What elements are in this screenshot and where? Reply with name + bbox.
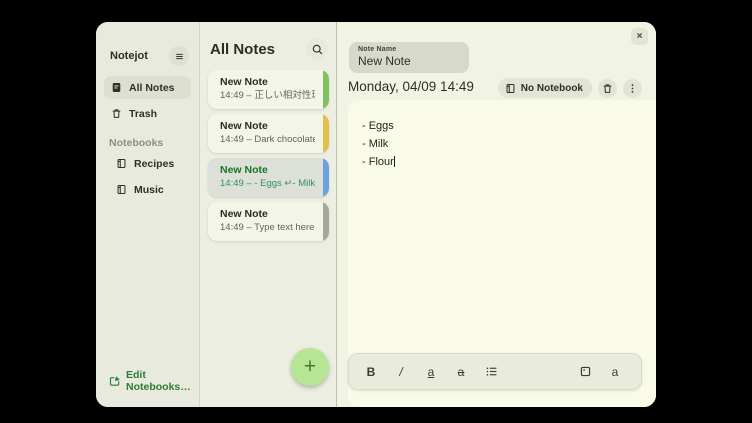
note-list-item[interactable]: New Note 14:49 – 正しい相対性理論 xyxy=(208,70,329,109)
list-button[interactable] xyxy=(478,360,504,384)
sidebar-item-trash[interactable]: Trash xyxy=(104,102,191,125)
bold-button[interactable]: B xyxy=(358,360,384,384)
notebook-picker-label: No Notebook xyxy=(521,83,583,94)
font-button[interactable]: a xyxy=(602,360,628,384)
note-content-text: - Eggs - Milk - Flour xyxy=(362,120,394,168)
app-title: Notejot xyxy=(110,50,148,62)
underline-icon: a xyxy=(428,365,435,379)
note-title: New Note xyxy=(220,76,315,89)
note-color-stripe xyxy=(323,70,329,109)
notes-list-panel: All Notes New Note 14:49 – 正しい相対性理論 New … xyxy=(200,22,337,407)
plus-icon: + xyxy=(304,355,316,379)
editor-panel: × Note Name New Note Monday, 04/09 14:49… xyxy=(337,22,656,407)
editor-header-actions: No Notebook xyxy=(498,78,642,98)
trash-icon xyxy=(111,108,122,119)
sidebar-item-label: Music xyxy=(134,184,164,196)
notes-list-header: All Notes xyxy=(210,38,328,60)
trash-icon xyxy=(602,83,613,94)
note-title: New Note xyxy=(220,120,315,133)
note-preview: 14:49 – Dark chocolate… xyxy=(220,133,315,146)
edit-notebook-icon xyxy=(109,375,121,387)
bullet-list-icon xyxy=(485,365,498,378)
note-list-item-selected[interactable]: New Note 14:49 – - Eggs ↵- Milk… xyxy=(208,158,329,197)
close-window-button[interactable]: × xyxy=(631,28,648,45)
sidebar-item-label: Trash xyxy=(129,108,157,120)
close-icon: × xyxy=(637,31,643,42)
sidebar-header: Notejot xyxy=(110,46,189,66)
note-color-stripe xyxy=(323,114,329,153)
notejot-window: Notejot All Notes Trash Notebooks xyxy=(96,22,656,407)
notebook-icon xyxy=(505,83,516,94)
note-list-item[interactable]: New Note 14:49 – Type text here… xyxy=(208,202,329,241)
note-preview: 14:49 – - Eggs ↵- Milk… xyxy=(220,177,315,190)
edit-notebooks-button[interactable]: Edit Notebooks… xyxy=(109,369,199,393)
sidebar-notebook-music[interactable]: Music xyxy=(109,178,191,201)
font-icon: a xyxy=(612,365,619,379)
note-date: Monday, 04/09 14:49 xyxy=(348,79,474,94)
sidebar-item-all-notes[interactable]: All Notes xyxy=(104,76,191,99)
note-color-stripe xyxy=(323,158,329,197)
note-preview: 14:49 – 正しい相対性理論 xyxy=(220,89,315,102)
color-swatch-icon xyxy=(579,365,592,378)
note-icon xyxy=(111,82,122,93)
search-button[interactable] xyxy=(306,38,328,60)
edit-notebooks-label: Edit Notebooks… xyxy=(126,369,199,393)
bold-icon: B xyxy=(367,365,376,379)
note-preview: 14:49 – Type text here… xyxy=(220,221,315,234)
notebooks-section-label: Notebooks xyxy=(109,137,199,149)
hamburger-icon xyxy=(174,51,185,62)
notebook-icon xyxy=(116,158,127,169)
formatting-toolbar: B / a a a xyxy=(348,353,642,390)
text-caret xyxy=(394,156,395,167)
new-note-button[interactable]: + xyxy=(291,348,329,386)
toolbar-right-group: a xyxy=(572,360,632,384)
underline-button[interactable]: a xyxy=(418,360,444,384)
note-color-stripe xyxy=(323,202,329,241)
note-name-value: New Note xyxy=(358,54,460,68)
sidebar-item-label: Recipes xyxy=(134,158,174,170)
note-color-button[interactable] xyxy=(572,360,598,384)
notebook-picker-button[interactable]: No Notebook xyxy=(498,78,592,98)
notes-list-title: All Notes xyxy=(210,41,275,58)
notebook-icon xyxy=(116,184,127,195)
sidebar: Notejot All Notes Trash Notebooks xyxy=(96,22,200,407)
strikethrough-icon: a xyxy=(458,365,465,379)
note-list-item[interactable]: New Note 14:49 – Dark chocolate… xyxy=(208,114,329,153)
note-menu-button[interactable] xyxy=(623,79,642,98)
search-icon xyxy=(311,43,324,56)
main-menu-button[interactable] xyxy=(169,46,189,66)
note-name-field[interactable]: Note Name New Note xyxy=(349,42,469,73)
note-title: New Note xyxy=(220,164,315,177)
italic-icon: / xyxy=(399,365,402,379)
strikethrough-button[interactable]: a xyxy=(448,360,474,384)
sidebar-item-label: All Notes xyxy=(129,82,175,94)
sidebar-notebook-recipes[interactable]: Recipes xyxy=(109,152,191,175)
note-title: New Note xyxy=(220,208,315,221)
delete-note-button[interactable] xyxy=(598,79,617,98)
kebab-menu-icon xyxy=(627,83,638,94)
note-name-label: Note Name xyxy=(358,46,460,53)
italic-button[interactable]: / xyxy=(388,360,414,384)
